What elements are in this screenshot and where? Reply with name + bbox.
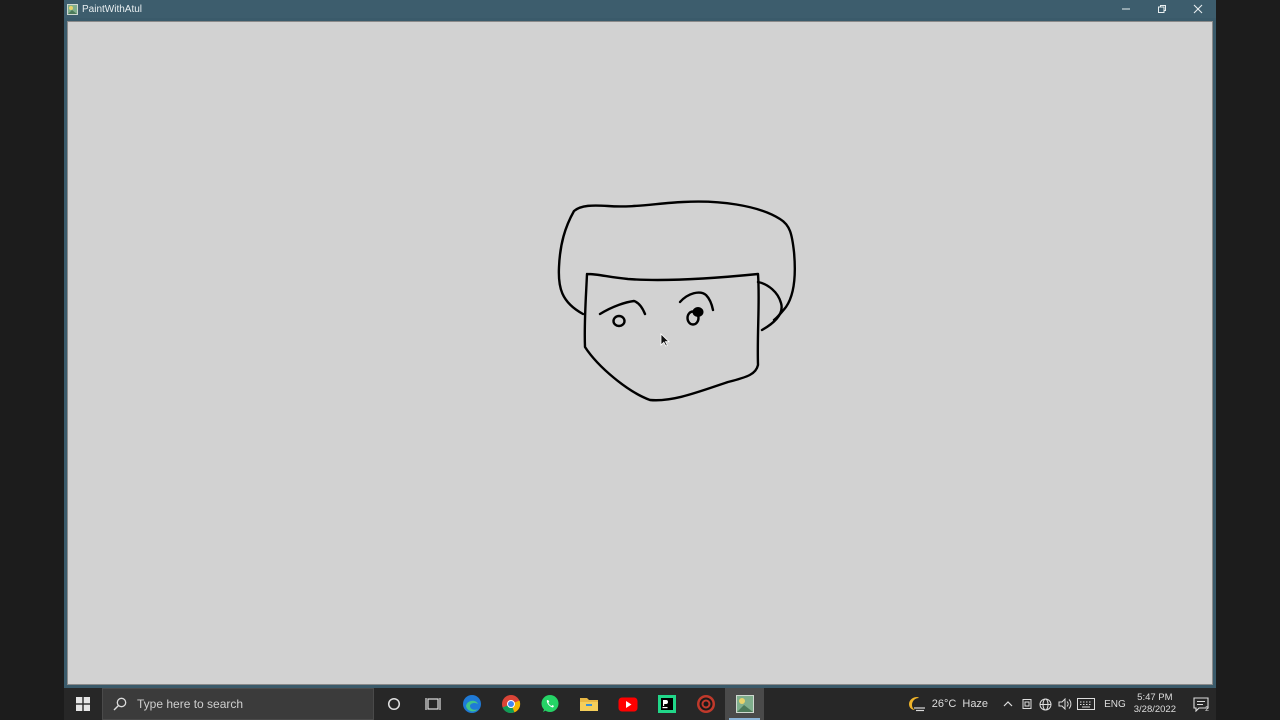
window-controls xyxy=(1108,0,1216,18)
file-explorer-app-button[interactable] xyxy=(569,688,608,720)
task-view-icon xyxy=(424,698,441,710)
ear-stroke xyxy=(756,280,783,332)
search-icon xyxy=(113,697,127,711)
left-eye-stroke xyxy=(612,314,626,328)
weather-condition: Haze xyxy=(962,698,989,710)
recorder-icon xyxy=(696,695,715,713)
paint-app-window: PaintWithAtul xyxy=(64,0,1216,688)
cortana-button[interactable] xyxy=(374,688,413,720)
moon-haze-icon xyxy=(908,696,926,712)
youtube-app-button[interactable] xyxy=(608,688,647,720)
paint-app-button[interactable] xyxy=(725,688,764,720)
minimize-button[interactable] xyxy=(1108,0,1144,18)
edge-icon xyxy=(462,695,481,713)
search-input[interactable] xyxy=(135,696,359,712)
weather-widget[interactable]: 26°C Haze xyxy=(908,696,988,712)
chrome-icon xyxy=(501,695,520,714)
sketch-face-drawing xyxy=(557,200,797,402)
edge-app-button[interactable] xyxy=(452,688,491,720)
window-title: PaintWithAtul xyxy=(82,3,143,15)
left-eyebrow-stroke xyxy=(598,299,647,316)
chrome-app-button[interactable] xyxy=(491,688,530,720)
speaker-icon xyxy=(1058,698,1071,710)
pycharm-app-button[interactable] xyxy=(647,688,686,720)
title-bar[interactable]: PaintWithAtul xyxy=(64,0,1216,18)
minimize-icon xyxy=(1122,8,1130,10)
whatsapp-app-button[interactable] xyxy=(530,688,569,720)
right-eye-pupil xyxy=(692,307,704,317)
task-view-button[interactable] xyxy=(413,688,452,720)
windows-logo-icon xyxy=(76,697,90,711)
app-icon xyxy=(67,3,78,15)
taskbar-search[interactable] xyxy=(102,688,374,720)
taskbar-clock[interactable]: 5:47 PM 3/28/2022 xyxy=(1134,692,1176,716)
cortana-icon xyxy=(387,697,400,711)
system-tray: 26°C Haze ENG 5:47 PM 3/28/2022 2 xyxy=(908,688,1216,720)
mouse-cursor-icon xyxy=(660,333,670,347)
clock-date: 3/28/2022 xyxy=(1133,704,1176,715)
face-stroke xyxy=(583,272,760,402)
weather-temperature: 26°C xyxy=(931,698,957,710)
restore-icon xyxy=(1158,5,1166,13)
restore-button[interactable] xyxy=(1144,0,1180,18)
globe-icon xyxy=(1039,698,1052,710)
file-explorer-icon xyxy=(579,698,598,711)
battery-tray-button[interactable] xyxy=(1017,688,1036,720)
taskbar: 26°C Haze xyxy=(64,688,1216,720)
close-button[interactable] xyxy=(1180,0,1216,18)
start-button[interactable] xyxy=(64,688,102,720)
chevron-up-icon xyxy=(1003,701,1012,707)
youtube-icon xyxy=(618,697,637,711)
volume-tray-button[interactable] xyxy=(1055,688,1074,720)
show-hidden-icons-button[interactable] xyxy=(998,688,1017,720)
keyboard-tray-button[interactable] xyxy=(1074,688,1098,720)
whatsapp-icon xyxy=(541,695,558,712)
keyboard-icon xyxy=(1077,698,1096,710)
desktop-screen: PaintWithAtul Type here to search 26°C H… xyxy=(0,0,1280,720)
notification-count: 2 xyxy=(1205,706,1209,713)
recorder-app-button[interactable] xyxy=(686,688,725,720)
network-tray-button[interactable] xyxy=(1036,688,1055,720)
drawing-canvas[interactable] xyxy=(67,21,1213,685)
notification-center-button[interactable]: 2 xyxy=(1186,688,1216,720)
paint-app-icon xyxy=(735,695,754,713)
device-icon xyxy=(1022,699,1032,709)
pycharm-icon xyxy=(657,695,676,713)
input-language[interactable]: ENG xyxy=(1104,699,1126,710)
clock-time: 5:47 PM xyxy=(1137,692,1173,703)
close-icon xyxy=(1193,4,1203,14)
